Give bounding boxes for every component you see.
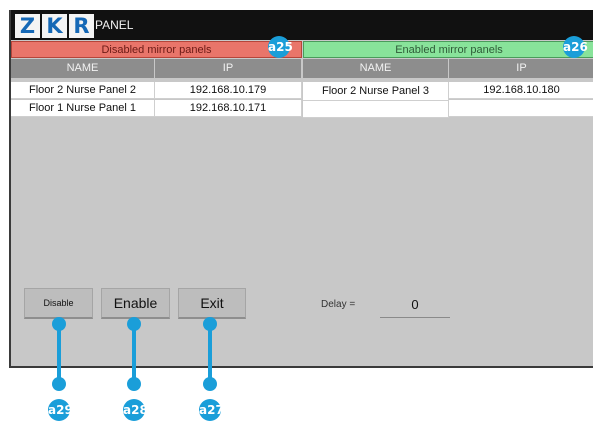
enabled-row-2-name[interactable] [303, 101, 449, 118]
exit-button[interactable]: Exit [178, 288, 246, 319]
enabled-row-1-name[interactable]: Floor 2 Nurse Panel 3 [303, 82, 449, 101]
enable-button[interactable]: Enable [101, 288, 170, 319]
disabled-row-2-name[interactable]: Floor 1 Nurse Panel 1 [11, 100, 155, 117]
enabled-row-1-ip[interactable]: 192.168.10.180 [449, 82, 593, 99]
logo-letter-z: Z [15, 14, 40, 38]
callout-a28-end [127, 377, 141, 391]
enabled-mirror-panels-header: Enabled mirror panels [303, 41, 593, 58]
title-bar: Z K R PANEL [11, 10, 593, 40]
zkr-logo: Z K R [15, 14, 94, 38]
callout-a25: a25 [268, 36, 293, 58]
enabled-row-2-ip[interactable] [449, 100, 593, 117]
enabled-col-name[interactable]: NAME [303, 59, 449, 78]
disable-button[interactable]: Disable [24, 288, 93, 319]
window-title: PANEL [95, 18, 134, 32]
disabled-mirror-panels-header: Disabled mirror panels [11, 41, 302, 58]
logo-letter-r: R [69, 14, 94, 38]
callout-a26: a26 [563, 36, 588, 58]
panel-window: Z K R PANEL Disabled mirror panels Enabl… [9, 10, 593, 368]
enabled-col-ip[interactable]: IP [449, 59, 593, 78]
callout-a27-line [208, 324, 212, 384]
disabled-row-2-ip[interactable]: 192.168.10.171 [155, 100, 302, 117]
disabled-row-1-name[interactable]: Floor 2 Nurse Panel 2 [11, 82, 155, 99]
logo-letter-k: K [42, 14, 67, 38]
callout-a29-end [52, 377, 66, 391]
callout-a28-line [132, 324, 136, 384]
callout-a29: a29 [48, 399, 73, 421]
callout-a27: a27 [199, 399, 224, 421]
delay-input[interactable]: 0 [380, 293, 450, 318]
delay-label: Delay = [321, 299, 356, 310]
callout-a27-end [203, 377, 217, 391]
disabled-col-name[interactable]: NAME [11, 59, 155, 78]
disabled-row-1-ip[interactable]: 192.168.10.179 [155, 82, 302, 99]
disabled-col-ip[interactable]: IP [155, 59, 302, 78]
callout-a29-line [57, 324, 61, 384]
callout-a28: a28 [123, 399, 148, 421]
